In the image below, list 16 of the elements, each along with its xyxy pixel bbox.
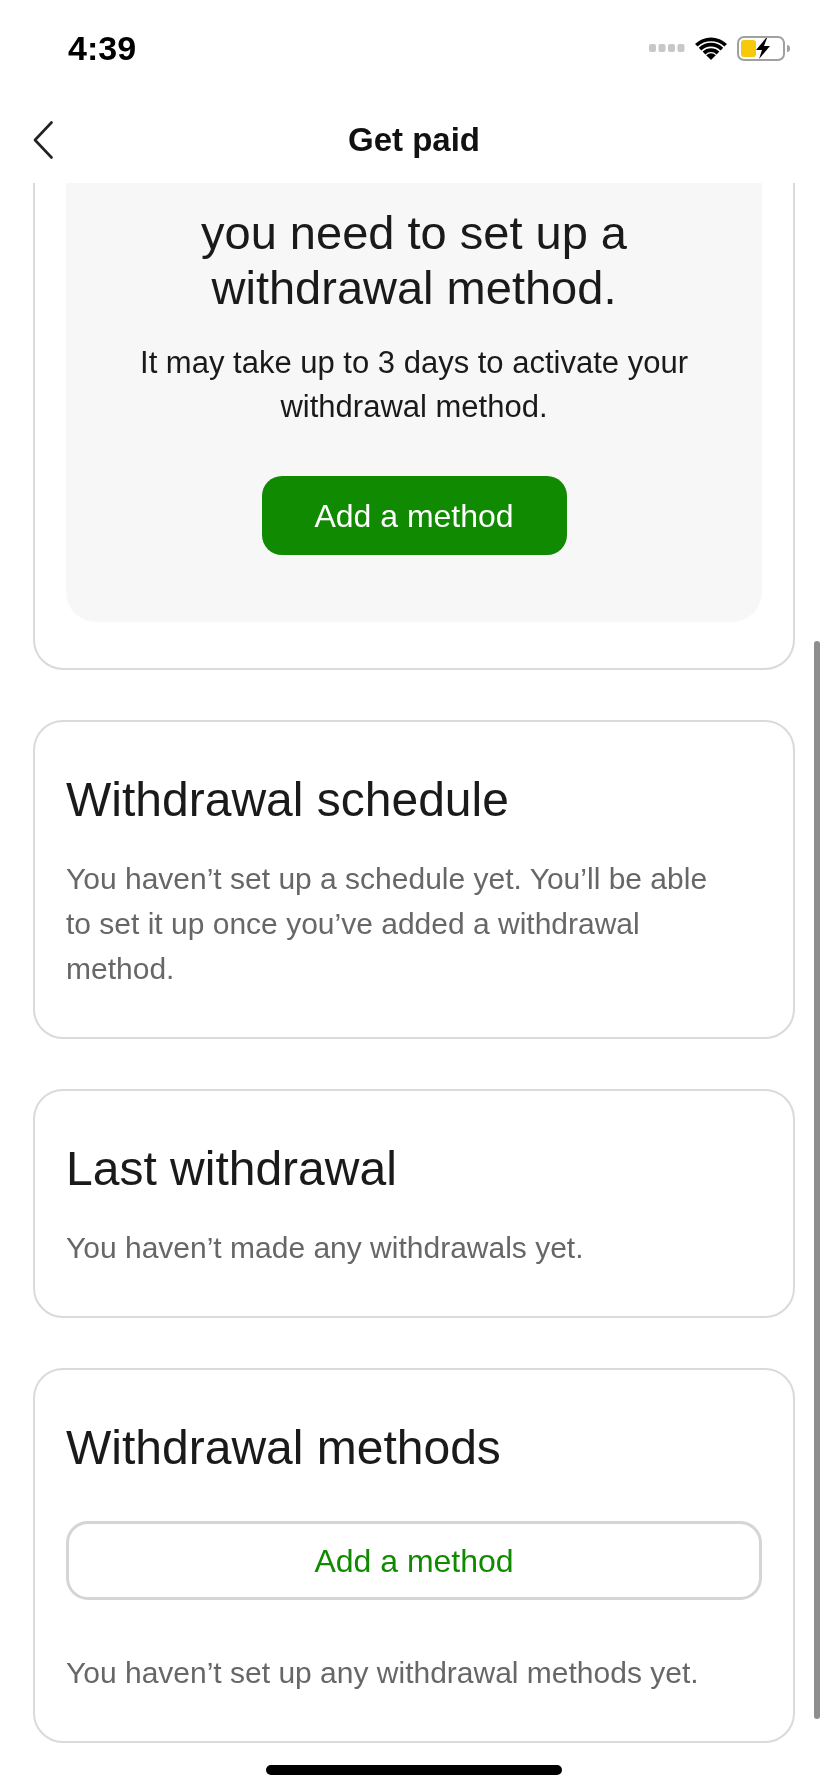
section-text: You haven’t set up any withdrawal methods yet. (66, 1655, 700, 1691)
setup-text: It may take up to 3 days to activate your withdrawal method. (139, 344, 689, 426)
section-title: Last withdrawal (66, 1141, 398, 1197)
signal-icon (649, 44, 685, 52)
add-method-button[interactable]: Add a method (261, 476, 567, 555)
wifi-icon (695, 36, 727, 60)
status-time: 4:39 (68, 28, 137, 68)
section-text: You haven’t made any withdrawals yet. (66, 1230, 585, 1266)
page-title: Get paid (348, 119, 480, 160)
back-icon (33, 120, 53, 159)
add-method-button[interactable]: Add a method (66, 1521, 762, 1600)
section-title: Withdrawal schedule (66, 772, 510, 828)
section-title: Withdrawal methods (66, 1420, 502, 1476)
section-text: You haven’t set up a schedule yet. You’ll be able to set it up once you’ve added a withdrawal method. (66, 861, 709, 987)
battery-charging-icon (737, 35, 791, 61)
setup-heading: you need to set up a withdrawal method. (200, 205, 628, 315)
